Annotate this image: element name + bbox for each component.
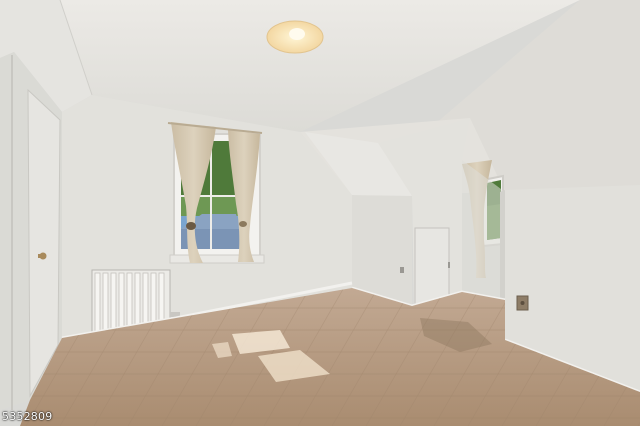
wall-outlet [400,267,404,273]
access-panel-door [414,227,450,305]
listing-id-label: 5352809 [2,410,53,423]
closet-door [27,88,61,398]
attic-room-photo: 5352809 [0,0,640,426]
room-illustration [0,0,640,426]
